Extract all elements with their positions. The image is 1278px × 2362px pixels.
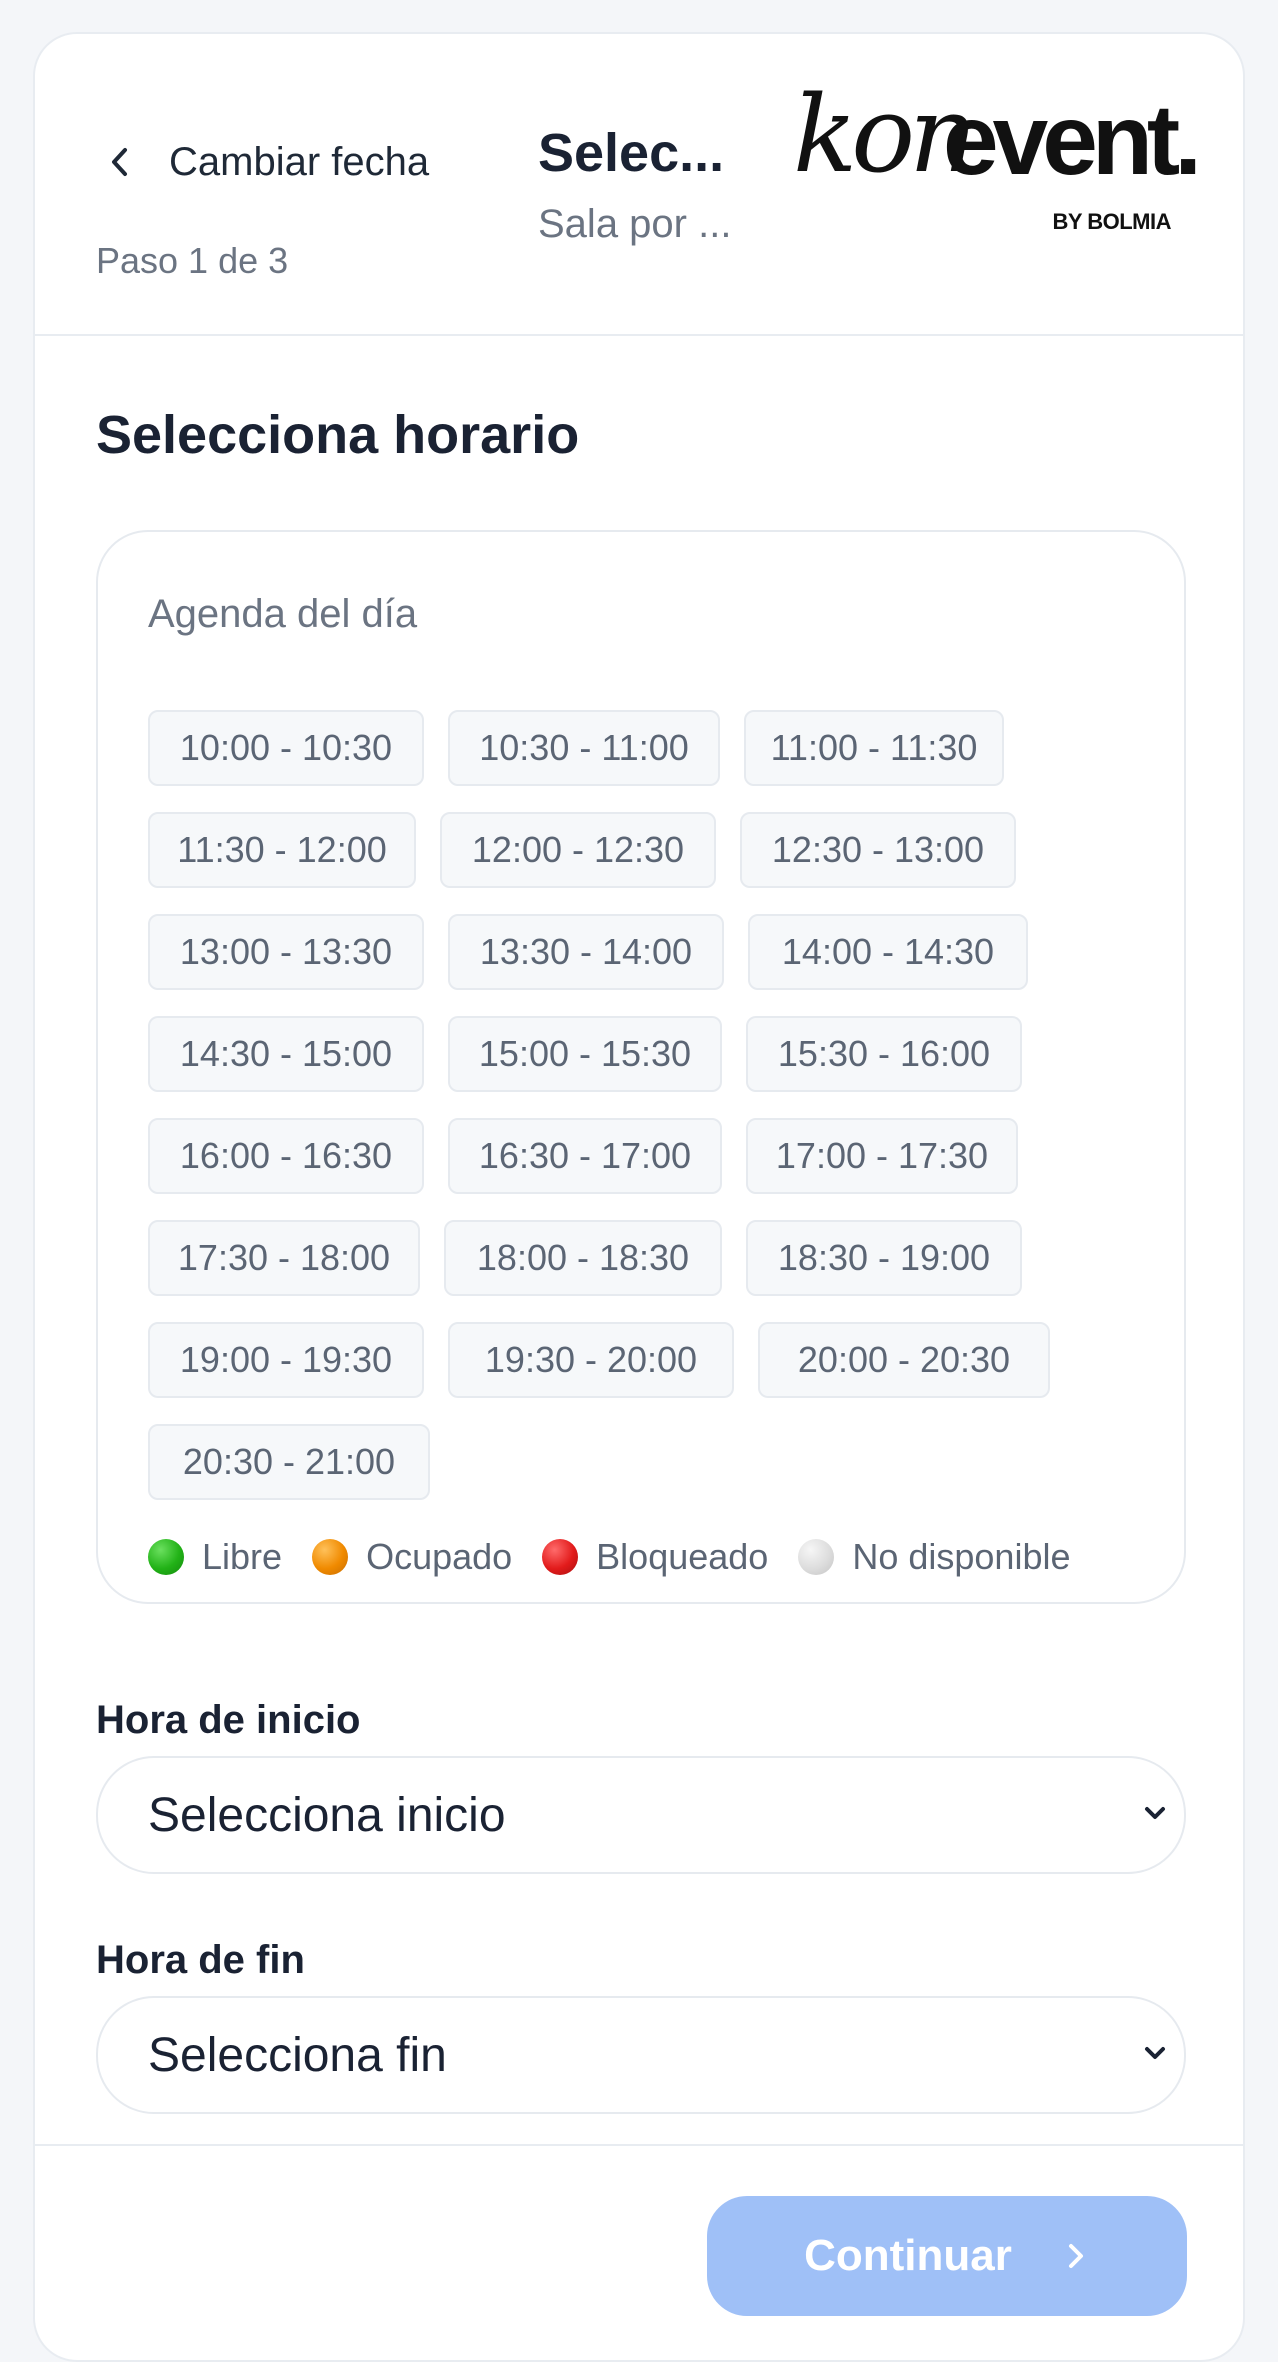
agenda-title: Agenda del día: [148, 592, 418, 636]
continue-label: Continuar: [804, 2231, 1012, 2280]
time-slot[interactable]: 16:30 - 17:00: [448, 1118, 722, 1194]
start-time-value: Selecciona inicio: [148, 1788, 506, 1842]
time-slot[interactable]: 10:30 - 11:00: [448, 710, 720, 786]
footer-divider: [35, 2144, 1243, 2146]
legend-label: Ocupado: [366, 1536, 513, 1577]
time-slot[interactable]: 14:30 - 15:00: [148, 1016, 424, 1092]
time-slot[interactable]: 14:00 - 14:30: [748, 914, 1028, 990]
red-dot-icon: [542, 1539, 579, 1575]
gray-dot-icon: [798, 1539, 835, 1575]
end-time-select[interactable]: Selecciona fin: [96, 1996, 1186, 2114]
header: Cambiar fecha Selec... Sala por ... kon …: [35, 34, 1243, 336]
time-slot[interactable]: 10:00 - 10:30: [148, 710, 424, 786]
legend-busy: Ocupado: [312, 1536, 512, 1578]
legend-free: Libre: [148, 1536, 282, 1578]
time-slot[interactable]: 13:00 - 13:30: [148, 914, 424, 990]
chevron-down-icon: [1145, 1807, 1165, 1819]
time-slot[interactable]: 17:30 - 18:00: [148, 1220, 420, 1296]
time-slot[interactable]: 15:00 - 15:30: [448, 1016, 722, 1092]
room-subtitle: Sala por ...: [538, 202, 732, 246]
start-time-select[interactable]: Selecciona inicio: [96, 1756, 1186, 1874]
change-date-button[interactable]: Cambiar fecha: [105, 130, 429, 194]
change-date-label: Cambiar fecha: [169, 139, 430, 184]
legend-blocked: Bloqueado: [542, 1536, 768, 1578]
time-slot[interactable]: 17:00 - 17:30: [746, 1118, 1018, 1194]
start-time-label: Hora de inicio: [96, 1698, 361, 1742]
time-slot[interactable]: 11:30 - 12:00: [148, 812, 416, 888]
end-time-label: Hora de fin: [96, 1938, 305, 1982]
time-slot[interactable]: 12:30 - 13:00: [740, 812, 1016, 888]
end-time-value: Selecciona fin: [148, 2028, 447, 2082]
section-title: Selecciona horario: [96, 405, 580, 465]
status-legend: Libre Ocupado Bloqueado No disponible: [148, 1536, 1101, 1578]
logo-by-bolmia: BY BOLMIA: [1052, 209, 1171, 234]
time-slot[interactable]: 20:30 - 21:00: [148, 1424, 430, 1500]
page-title: Selec...: [538, 123, 725, 183]
time-slot[interactable]: 18:00 - 18:30: [444, 1220, 722, 1296]
konevent-logo: kon event. BY BOLMIA: [793, 82, 1223, 242]
time-slot[interactable]: 18:30 - 19:00: [746, 1220, 1022, 1296]
logo-event: event.: [943, 84, 1202, 196]
green-dot-icon: [148, 1539, 184, 1575]
time-slot[interactable]: 16:00 - 16:30: [148, 1118, 424, 1194]
chevron-right-icon: [1068, 2244, 1083, 2268]
time-slot[interactable]: 15:30 - 16:00: [746, 1016, 1022, 1092]
legend-label: Bloqueado: [596, 1536, 769, 1577]
time-slot[interactable]: 12:00 - 12:30: [440, 812, 716, 888]
time-slot[interactable]: 13:30 - 14:00: [448, 914, 724, 990]
time-slot[interactable]: 20:00 - 20:30: [758, 1322, 1050, 1398]
booking-card: Cambiar fecha Selec... Sala por ... kon …: [33, 32, 1245, 2362]
orange-dot-icon: [312, 1539, 349, 1575]
time-slot[interactable]: 19:00 - 19:30: [148, 1322, 424, 1398]
day-agenda: Agenda del día 10:00 - 10:30 10:30 - 11:…: [96, 530, 1186, 1604]
step-indicator: Paso 1 de 3: [96, 240, 289, 281]
time-slot[interactable]: 11:00 - 11:30: [744, 710, 1004, 786]
continue-button[interactable]: Continuar: [707, 2196, 1187, 2316]
legend-unavailable: No disponible: [798, 1536, 1071, 1578]
chevron-down-icon: [1145, 2047, 1165, 2059]
legend-label: No disponible: [852, 1536, 1071, 1577]
legend-label: Libre: [202, 1536, 283, 1577]
time-slot[interactable]: 19:30 - 20:00: [448, 1322, 734, 1398]
chevron-left-icon: [112, 148, 127, 176]
